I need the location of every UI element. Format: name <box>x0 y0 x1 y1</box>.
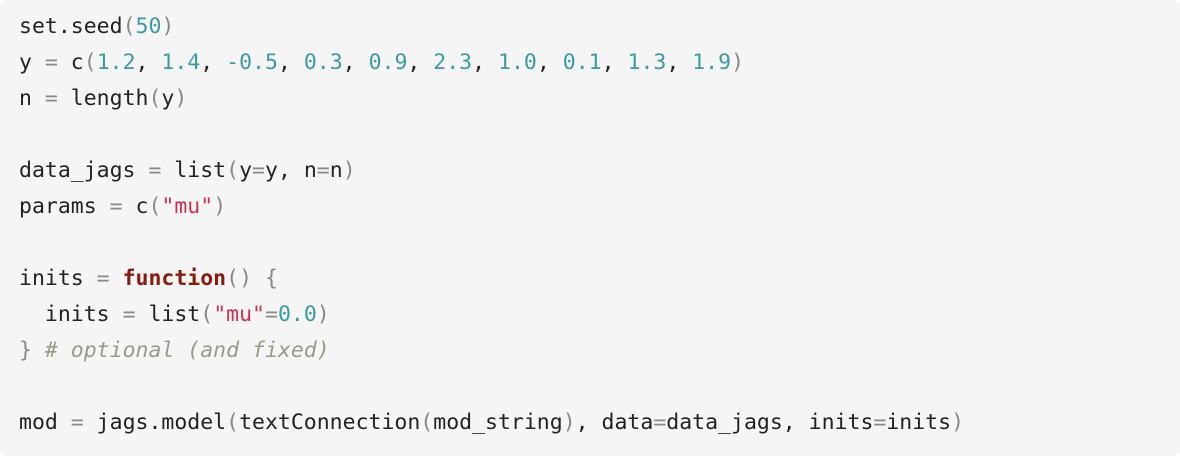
punctuation: ( <box>226 410 240 435</box>
code-line: y = c(1.2, 1.4, -0.5, 0.3, 0.9, 2.3, 1.0… <box>19 45 1180 81</box>
number-literal: -0.5 <box>226 50 278 75</box>
punctuation: = <box>109 194 123 219</box>
punctuation: = <box>252 158 265 183</box>
punctuation: ( <box>148 86 162 111</box>
code-token: n <box>329 158 343 183</box>
punctuation: ) <box>951 410 965 435</box>
number-literal: 1.0 <box>498 50 537 75</box>
code-token: , <box>472 50 499 75</box>
number-literal: 0.1 <box>562 50 602 75</box>
punctuation: ) <box>174 86 188 111</box>
punctuation: = <box>316 158 330 183</box>
code-token: set.seed <box>19 14 123 39</box>
number-literal: 2.3 <box>433 50 473 75</box>
code-line: inits = function() { <box>19 261 1180 297</box>
code-token: inits <box>19 302 123 327</box>
code-line: n = length(y) <box>19 81 1180 117</box>
number-literal: 1.4 <box>161 50 201 75</box>
code-token: y, n <box>265 158 317 183</box>
punctuation: ) <box>731 50 745 75</box>
code-token: mod_string <box>433 410 563 435</box>
punctuation: = <box>148 158 162 183</box>
punctuation: ) <box>316 302 330 327</box>
number-literal: 1.3 <box>627 50 667 75</box>
punctuation: ) <box>161 14 175 39</box>
code-token: c <box>122 194 149 219</box>
number-literal: 0.3 <box>303 50 343 75</box>
punctuation: = <box>44 50 58 75</box>
code-line: mod = jags.model(textConnection(mod_stri… <box>19 405 1180 441</box>
number-literal: 50 <box>135 14 162 39</box>
punctuation: ) <box>342 158 356 183</box>
punctuation: = <box>873 410 887 435</box>
code-token: , <box>200 50 227 75</box>
punctuation: ( <box>226 158 240 183</box>
code-token: , <box>601 50 628 75</box>
punctuation: = <box>44 86 58 111</box>
punctuation: ( <box>420 410 434 435</box>
code-line: } # optional (and fixed) <box>19 333 1180 369</box>
code-token: y <box>161 86 175 111</box>
code-token: y <box>239 158 253 183</box>
keyword: function <box>122 266 227 291</box>
code-token: textConnection <box>239 410 421 435</box>
punctuation: = <box>70 410 84 435</box>
punctuation: ( <box>83 50 97 75</box>
code-token: y <box>19 50 45 75</box>
code-token: mod <box>19 410 71 435</box>
punctuation: = <box>96 266 110 291</box>
code-token: , <box>666 50 693 75</box>
punctuation: = <box>653 410 667 435</box>
punctuation: () <box>226 266 253 291</box>
code-token: jags.model <box>83 410 227 435</box>
code-token: , <box>407 50 434 75</box>
punctuation: ( <box>122 14 136 39</box>
code-token: list <box>161 158 227 183</box>
code-token: length <box>57 86 149 111</box>
code-token: n <box>19 86 45 111</box>
code-token: params <box>19 194 110 219</box>
code-token: , <box>342 50 369 75</box>
code-token: c <box>57 50 84 75</box>
punctuation: } <box>19 338 32 363</box>
code-token: , <box>277 50 304 75</box>
code-comment: # optional (and fixed) <box>44 338 330 363</box>
punctuation: ) <box>562 410 576 435</box>
punctuation: { <box>264 266 278 291</box>
number-literal: 1.2 <box>96 50 136 75</box>
code-line: params = c("mu") <box>19 189 1180 225</box>
number-literal: 0.9 <box>368 50 408 75</box>
code-line: inits = list("mu"=0.0) <box>19 297 1180 333</box>
code-token: inits <box>19 266 97 291</box>
code-token: data_jags, inits <box>666 410 874 435</box>
string-literal: "mu" <box>161 194 214 219</box>
punctuation: = <box>264 302 278 327</box>
code-token: list <box>135 302 201 327</box>
punctuation: ( <box>200 302 214 327</box>
code-token: , <box>536 50 563 75</box>
number-literal: 1.9 <box>692 50 732 75</box>
code-token: , data <box>575 410 654 435</box>
number-literal: 0.0 <box>277 302 317 327</box>
string-literal: "mu" <box>213 302 265 327</box>
code-line: data_jags = list(y=y, n=n) <box>19 153 1180 189</box>
punctuation: ) <box>213 194 227 219</box>
punctuation: ( <box>148 194 162 219</box>
code-token: , <box>135 50 162 75</box>
code-block: set.seed(50) y = c(1.2, 1.4, -0.5, 0.3, 0… <box>0 0 1180 456</box>
code-line: set.seed(50) <box>19 9 1180 45</box>
punctuation: = <box>122 302 136 327</box>
code-token: inits <box>886 410 952 435</box>
code-token: data_jags <box>19 158 149 183</box>
